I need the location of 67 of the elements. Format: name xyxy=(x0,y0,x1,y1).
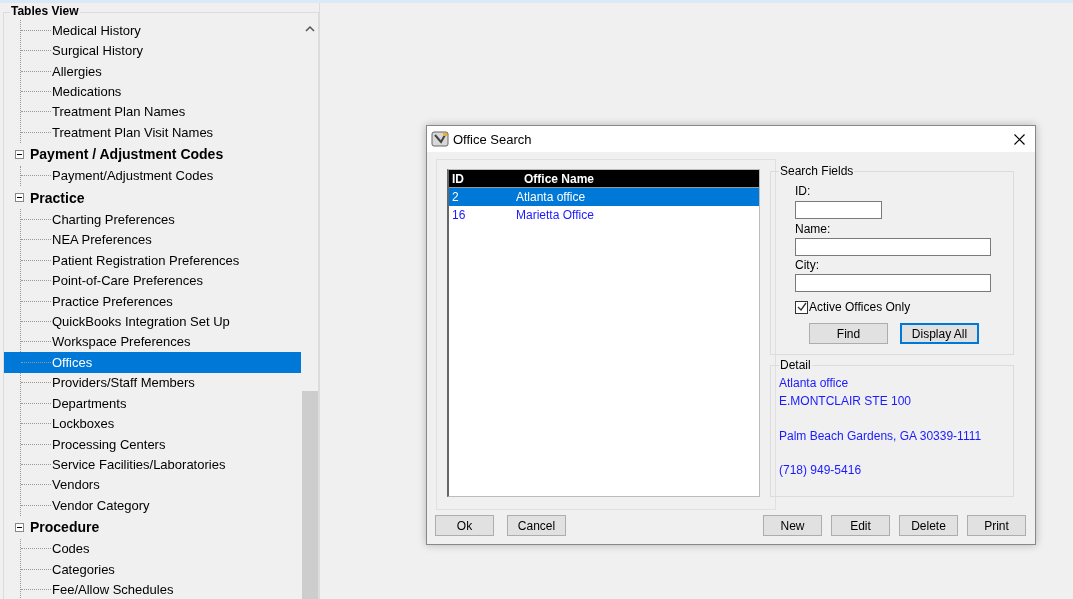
tree-item[interactable]: Point-of-Care Preferences xyxy=(21,270,301,291)
field-label: City: xyxy=(795,258,819,272)
search-button[interactable]: Find xyxy=(809,323,888,344)
tree-item[interactable]: Patient Registration Preferences xyxy=(21,249,301,271)
name-field[interactable] xyxy=(795,238,991,256)
tree-group-label[interactable]: Payment / Adjustment Codes xyxy=(30,146,224,163)
field-label: ID: xyxy=(795,184,811,198)
table-row[interactable]: 2 Atlanta office xyxy=(449,188,759,206)
table-cell-text: 2 xyxy=(451,190,460,204)
tree-item[interactable]: Providers/Staff Members xyxy=(21,372,301,393)
tree-item[interactable]: NEA Preferences xyxy=(21,229,301,250)
tree-item[interactable]: Practice Preferences xyxy=(21,290,301,312)
tree-group-label[interactable]: Procedure xyxy=(30,519,100,536)
tree-item[interactable]: Treatment Plan Visit Names xyxy=(21,122,301,143)
table-cell: Atlanta office xyxy=(516,190,586,204)
table-cell-text: 16 xyxy=(451,208,467,222)
dialog-button[interactable]: Print xyxy=(967,515,1026,536)
tree-group-label[interactable]: Practice xyxy=(30,189,85,206)
tree-item[interactable]: Offices xyxy=(4,352,301,373)
tree-item[interactable]: QuickBooks Integration Set Up xyxy=(21,311,301,332)
tree-item[interactable]: Payment/Adjustment Codes xyxy=(21,165,301,187)
dialog-button[interactable]: New xyxy=(763,515,822,536)
detail-text: Palm Beach Gardens, GA 30339-1111 xyxy=(779,429,982,443)
detail-text: Atlanta office xyxy=(779,376,849,390)
checkbox[interactable] xyxy=(795,300,808,314)
group-title: Search Fields xyxy=(779,164,855,178)
dialog-title: Office Search xyxy=(453,131,532,147)
tree-item[interactable]: Charting Preferences xyxy=(21,209,301,230)
tree-item[interactable]: Medical History xyxy=(21,20,301,41)
table-row[interactable]: 16 Marietta Office xyxy=(449,206,759,224)
tree-item[interactable]: Workspace Preferences xyxy=(21,331,301,353)
tree-item[interactable]: Lockboxes xyxy=(21,413,301,434)
column-header[interactable]: Office Name xyxy=(516,171,595,186)
tree-item[interactable]: Allergies xyxy=(21,60,301,82)
dialog-button[interactable]: Edit xyxy=(831,515,890,536)
table-cell: Marietta Office xyxy=(516,208,594,222)
detail-text: (718) 949-5416 xyxy=(779,463,862,477)
collapse-icon[interactable] xyxy=(15,193,24,203)
collapse-icon[interactable] xyxy=(15,149,24,159)
collapse-icon[interactable] xyxy=(15,522,24,532)
tree-item[interactable]: Medications xyxy=(21,81,301,102)
tree-item[interactable]: Service Facilities/Laboratories xyxy=(21,454,301,475)
app-icon xyxy=(431,131,449,147)
detail-text: E.MONTCLAIR STE 100 xyxy=(779,394,912,408)
close-icon[interactable] xyxy=(1014,133,1025,145)
city-field[interactable] xyxy=(795,274,991,292)
tree-item[interactable]: Vendors xyxy=(21,474,301,496)
tree-item[interactable]: Fee/Allow Schedules xyxy=(21,579,301,599)
dialog-button[interactable]: Delete xyxy=(899,515,958,536)
tree-item[interactable]: Categories xyxy=(21,559,301,580)
search-button[interactable]: Display All xyxy=(900,323,979,344)
dialog-button[interactable]: Cancel xyxy=(507,515,566,536)
tree-item[interactable]: Codes xyxy=(21,538,301,560)
tree-item[interactable]: Processing Centers xyxy=(21,433,301,455)
id-field[interactable] xyxy=(795,201,882,219)
scroll-thumb[interactable] xyxy=(302,391,318,599)
checkbox-label[interactable]: Active Offices Only xyxy=(809,300,911,314)
panel-title: Tables View xyxy=(10,4,80,18)
tree-item[interactable]: Vendor Category xyxy=(21,495,301,516)
tree-item[interactable]: Surgical History xyxy=(21,40,301,61)
tree-item[interactable]: Departments xyxy=(21,393,301,414)
field-label: Name: xyxy=(795,222,831,236)
dialog-button[interactable]: Ok xyxy=(435,515,494,536)
group-title: Detail xyxy=(779,358,812,372)
tree-item[interactable]: Treatment Plan Names xyxy=(21,101,301,123)
column-header[interactable]: ID xyxy=(449,171,516,186)
scroll-up-icon[interactable] xyxy=(305,25,315,32)
